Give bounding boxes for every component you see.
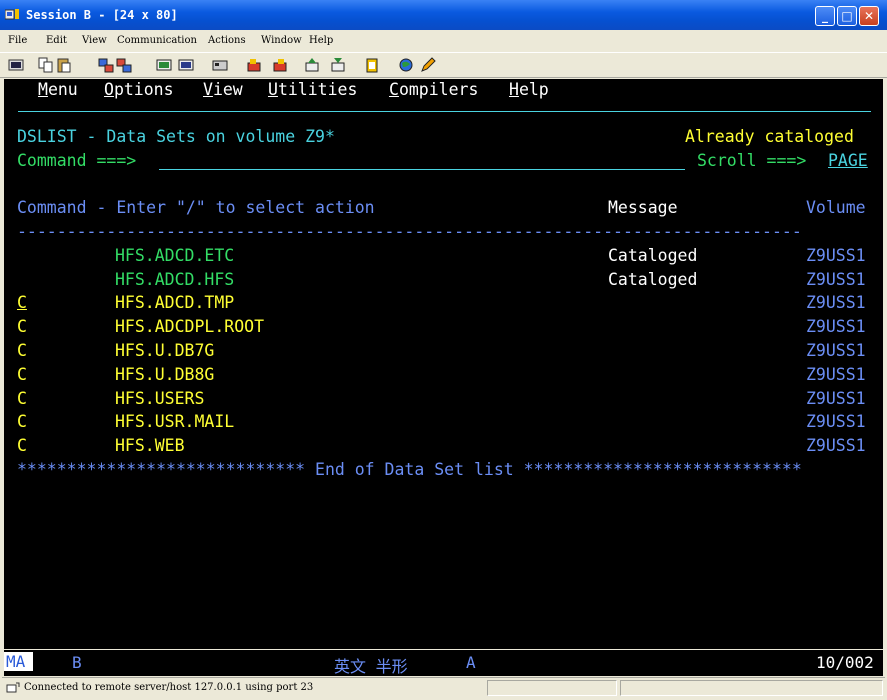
row-dsname: HFS.ADCD.TMP: [115, 293, 235, 312]
menu-communication[interactable]: Communication: [117, 35, 197, 46]
row-volume: Z9USS1: [806, 317, 866, 336]
panel-title: DSLIST - Data Sets on volume Z9*: [17, 127, 335, 146]
row-command[interactable]: C: [17, 436, 27, 456]
keyboard-icon[interactable]: [156, 57, 172, 73]
connection-icon: [6, 682, 20, 693]
row-dsname: HFS.U.DB7G: [115, 341, 215, 360]
operator-info-area: MA B 英文 半形 A 10/002: [4, 650, 883, 676]
scroll-label: Scroll ===>: [697, 151, 807, 170]
clipboard-icon[interactable]: [364, 57, 380, 73]
title-bar[interactable]: Session B - [24 x 80] _ □ ✕: [0, 0, 887, 30]
menu-actions[interactable]: Actions: [208, 35, 246, 46]
close-button[interactable]: ✕: [859, 6, 879, 26]
display-icon[interactable]: [178, 57, 194, 73]
row-volume: Z9USS1: [806, 389, 866, 408]
row-volume: Z9USS1: [806, 246, 866, 265]
row-command[interactable]: C: [17, 293, 27, 313]
status-bar: Connected to remote server/host 127.0.0.…: [2, 677, 885, 699]
row-dsname: HFS.ADCDPL.ROOT: [115, 317, 265, 336]
row-dsname: HFS.USR.MAIL: [115, 412, 235, 431]
ispf-menu-compilers[interactable]: Compilers: [389, 80, 478, 100]
row-volume: Z9USS1: [806, 365, 866, 384]
ispf-menu-options[interactable]: Options: [104, 80, 174, 100]
play-macro-icon[interactable]: [272, 57, 288, 73]
minimize-button[interactable]: _: [815, 6, 835, 26]
row-message: Cataloged: [608, 270, 698, 289]
command-label: Command ===>: [17, 151, 137, 170]
row-volume: Z9USS1: [806, 270, 866, 289]
row-volume: Z9USS1: [806, 412, 866, 431]
status-cell: [620, 680, 883, 696]
ispf-menu-utilities[interactable]: Utilities: [268, 80, 357, 100]
menu-view[interactable]: View: [82, 35, 107, 46]
menu-edit[interactable]: Edit: [46, 35, 67, 46]
menu-window[interactable]: Window: [261, 35, 302, 46]
close-icon: ✕: [863, 9, 875, 23]
row-command[interactable]: C: [17, 412, 27, 432]
ma-indicator: MA: [4, 652, 34, 671]
header-volume: Volume: [806, 198, 866, 217]
globe-icon[interactable]: [398, 57, 414, 73]
command-input[interactable]: [159, 151, 685, 170]
ispf-menu-view[interactable]: View: [203, 80, 243, 100]
menu-bar: File Edit View Communication Actions Win…: [0, 31, 887, 51]
status-cell: [487, 680, 617, 696]
end-of-list-line: ***************************** End of Dat…: [17, 460, 802, 479]
menu-help[interactable]: Help: [309, 35, 333, 46]
row-command[interactable]: C: [17, 389, 27, 409]
terminal-screen[interactable]: Menu Options View Utilities Compilers He…: [4, 79, 883, 649]
input-mode-indicator: A: [466, 653, 476, 672]
row-command[interactable]: C: [17, 317, 27, 337]
send-file-icon[interactable]: [98, 57, 114, 73]
status-message: Connected to remote server/host 127.0.0.…: [24, 682, 314, 693]
print-screen-icon[interactable]: [8, 57, 24, 73]
panel-message: Already cataloged: [685, 127, 854, 146]
ispf-menu-menu[interactable]: Menu: [38, 80, 78, 100]
ispf-menu-help[interactable]: Help: [509, 80, 549, 100]
row-volume: Z9USS1: [806, 293, 866, 312]
row-message: Cataloged: [608, 246, 698, 265]
row-command[interactable]: C: [17, 365, 27, 385]
receive-file-icon[interactable]: [116, 57, 132, 73]
cursor-position: 10/002: [816, 653, 874, 672]
header-command: Command - Enter "/" to select action: [17, 198, 375, 217]
session-indicator: B: [72, 653, 82, 672]
row-dsname: HFS.USERS: [115, 389, 205, 408]
window-title: Session B - [24 x 80]: [26, 8, 178, 22]
maximize-button[interactable]: □: [837, 6, 857, 26]
emulator-window: Session B - [24 x 80] _ □ ✕ File Edit Vi…: [0, 0, 887, 700]
row-volume: Z9USS1: [806, 341, 866, 360]
transfer-down-icon[interactable]: [330, 57, 346, 73]
row-dsname: HFS.ADCD.ETC: [115, 246, 235, 265]
menu-divider: [18, 111, 871, 112]
copy-icon[interactable]: [38, 57, 54, 73]
minimize-icon: _: [822, 9, 828, 23]
record-macro-icon[interactable]: [246, 57, 262, 73]
maximize-icon: □: [841, 9, 853, 23]
toolbar: [0, 52, 887, 78]
row-dsname: HFS.ADCD.HFS: [115, 270, 235, 289]
header-message: Message: [608, 198, 678, 217]
row-volume: Z9USS1: [806, 436, 866, 455]
paste-icon[interactable]: [56, 57, 72, 73]
ime-indicator: 英文 半形: [334, 657, 408, 676]
app-icon: [5, 9, 19, 20]
scroll-input[interactable]: PAGE: [828, 151, 868, 171]
edit-icon[interactable]: [420, 57, 436, 73]
header-separator: ----------------------------------------…: [17, 222, 802, 241]
transfer-up-icon[interactable]: [304, 57, 320, 73]
menu-file[interactable]: File: [8, 35, 27, 46]
row-dsname: HFS.WEB: [115, 436, 185, 455]
row-command[interactable]: C: [17, 341, 27, 361]
row-dsname: HFS.U.DB8G: [115, 365, 215, 384]
macro-icon[interactable]: [212, 57, 228, 73]
